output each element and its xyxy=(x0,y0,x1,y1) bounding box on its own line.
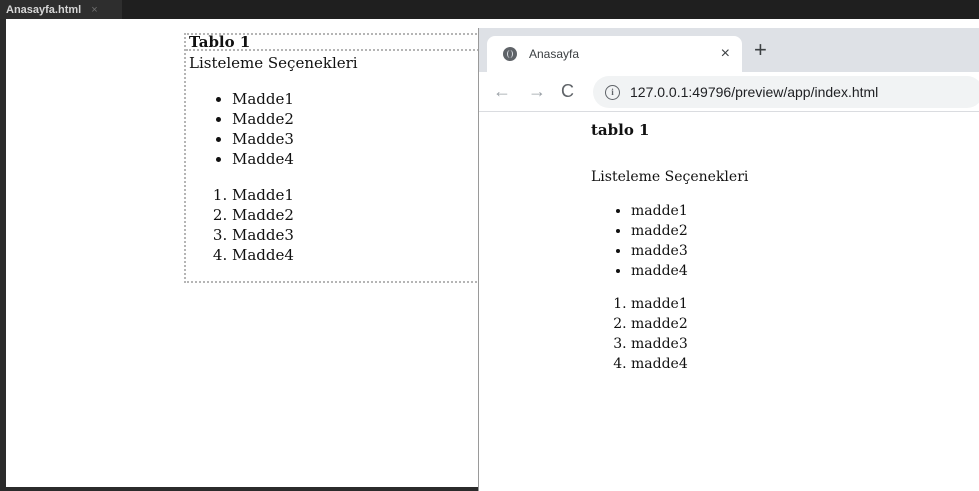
list-item: madde3 xyxy=(631,334,688,354)
browser-tabstrip: Anasayfa × + xyxy=(479,28,979,72)
editor-tab-title: Anasayfa.html xyxy=(6,3,82,16)
page-subtitle: Listeleme Seçenekleri xyxy=(591,169,749,185)
browser-page-content: tablo 1 Listeleme Seçenekleri madde1 mad… xyxy=(479,112,979,491)
list-item: madde1 xyxy=(631,201,688,221)
browser-toolbar: ← → C i 127.0.0.1:49796/preview/app/inde… xyxy=(479,72,979,112)
page-bullet-list: madde1 madde2 madde3 madde4 xyxy=(591,201,688,281)
list-item: madde3 xyxy=(631,241,688,261)
browser-preview-window: Anasayfa × + ← → C i 127.0.0.1:49796/pre… xyxy=(478,28,979,491)
editor-tabbar: Anasayfa.html × xyxy=(0,0,979,19)
new-tab-button[interactable]: + xyxy=(754,39,767,61)
address-url[interactable]: 127.0.0.1:49796/preview/app/index.html xyxy=(630,84,878,100)
info-icon[interactable]: i xyxy=(605,84,620,100)
list-item: madde4 xyxy=(631,354,688,374)
list-item: madde2 xyxy=(631,314,688,334)
list-item: madde2 xyxy=(631,221,688,241)
browser-tab-title: Anasayfa xyxy=(529,47,580,61)
list-item: madde1 xyxy=(631,294,688,314)
reload-icon[interactable]: C xyxy=(561,81,574,101)
forward-icon[interactable]: → xyxy=(528,81,546,101)
page-numbered-list: madde1 madde2 madde3 madde4 xyxy=(591,294,688,374)
editor-tab-close-icon[interactable]: × xyxy=(91,4,97,16)
list-item: madde4 xyxy=(631,261,688,281)
globe-icon xyxy=(503,47,517,61)
close-icon[interactable]: × xyxy=(721,45,730,63)
editor-tab-anasayfa[interactable]: Anasayfa.html × xyxy=(0,0,122,19)
browser-tab-anasayfa[interactable]: Anasayfa × xyxy=(487,36,742,72)
page-heading: tablo 1 xyxy=(591,121,650,139)
address-bar[interactable]: i 127.0.0.1:49796/preview/app/index.html xyxy=(593,76,979,108)
back-icon[interactable]: ← xyxy=(493,81,511,101)
